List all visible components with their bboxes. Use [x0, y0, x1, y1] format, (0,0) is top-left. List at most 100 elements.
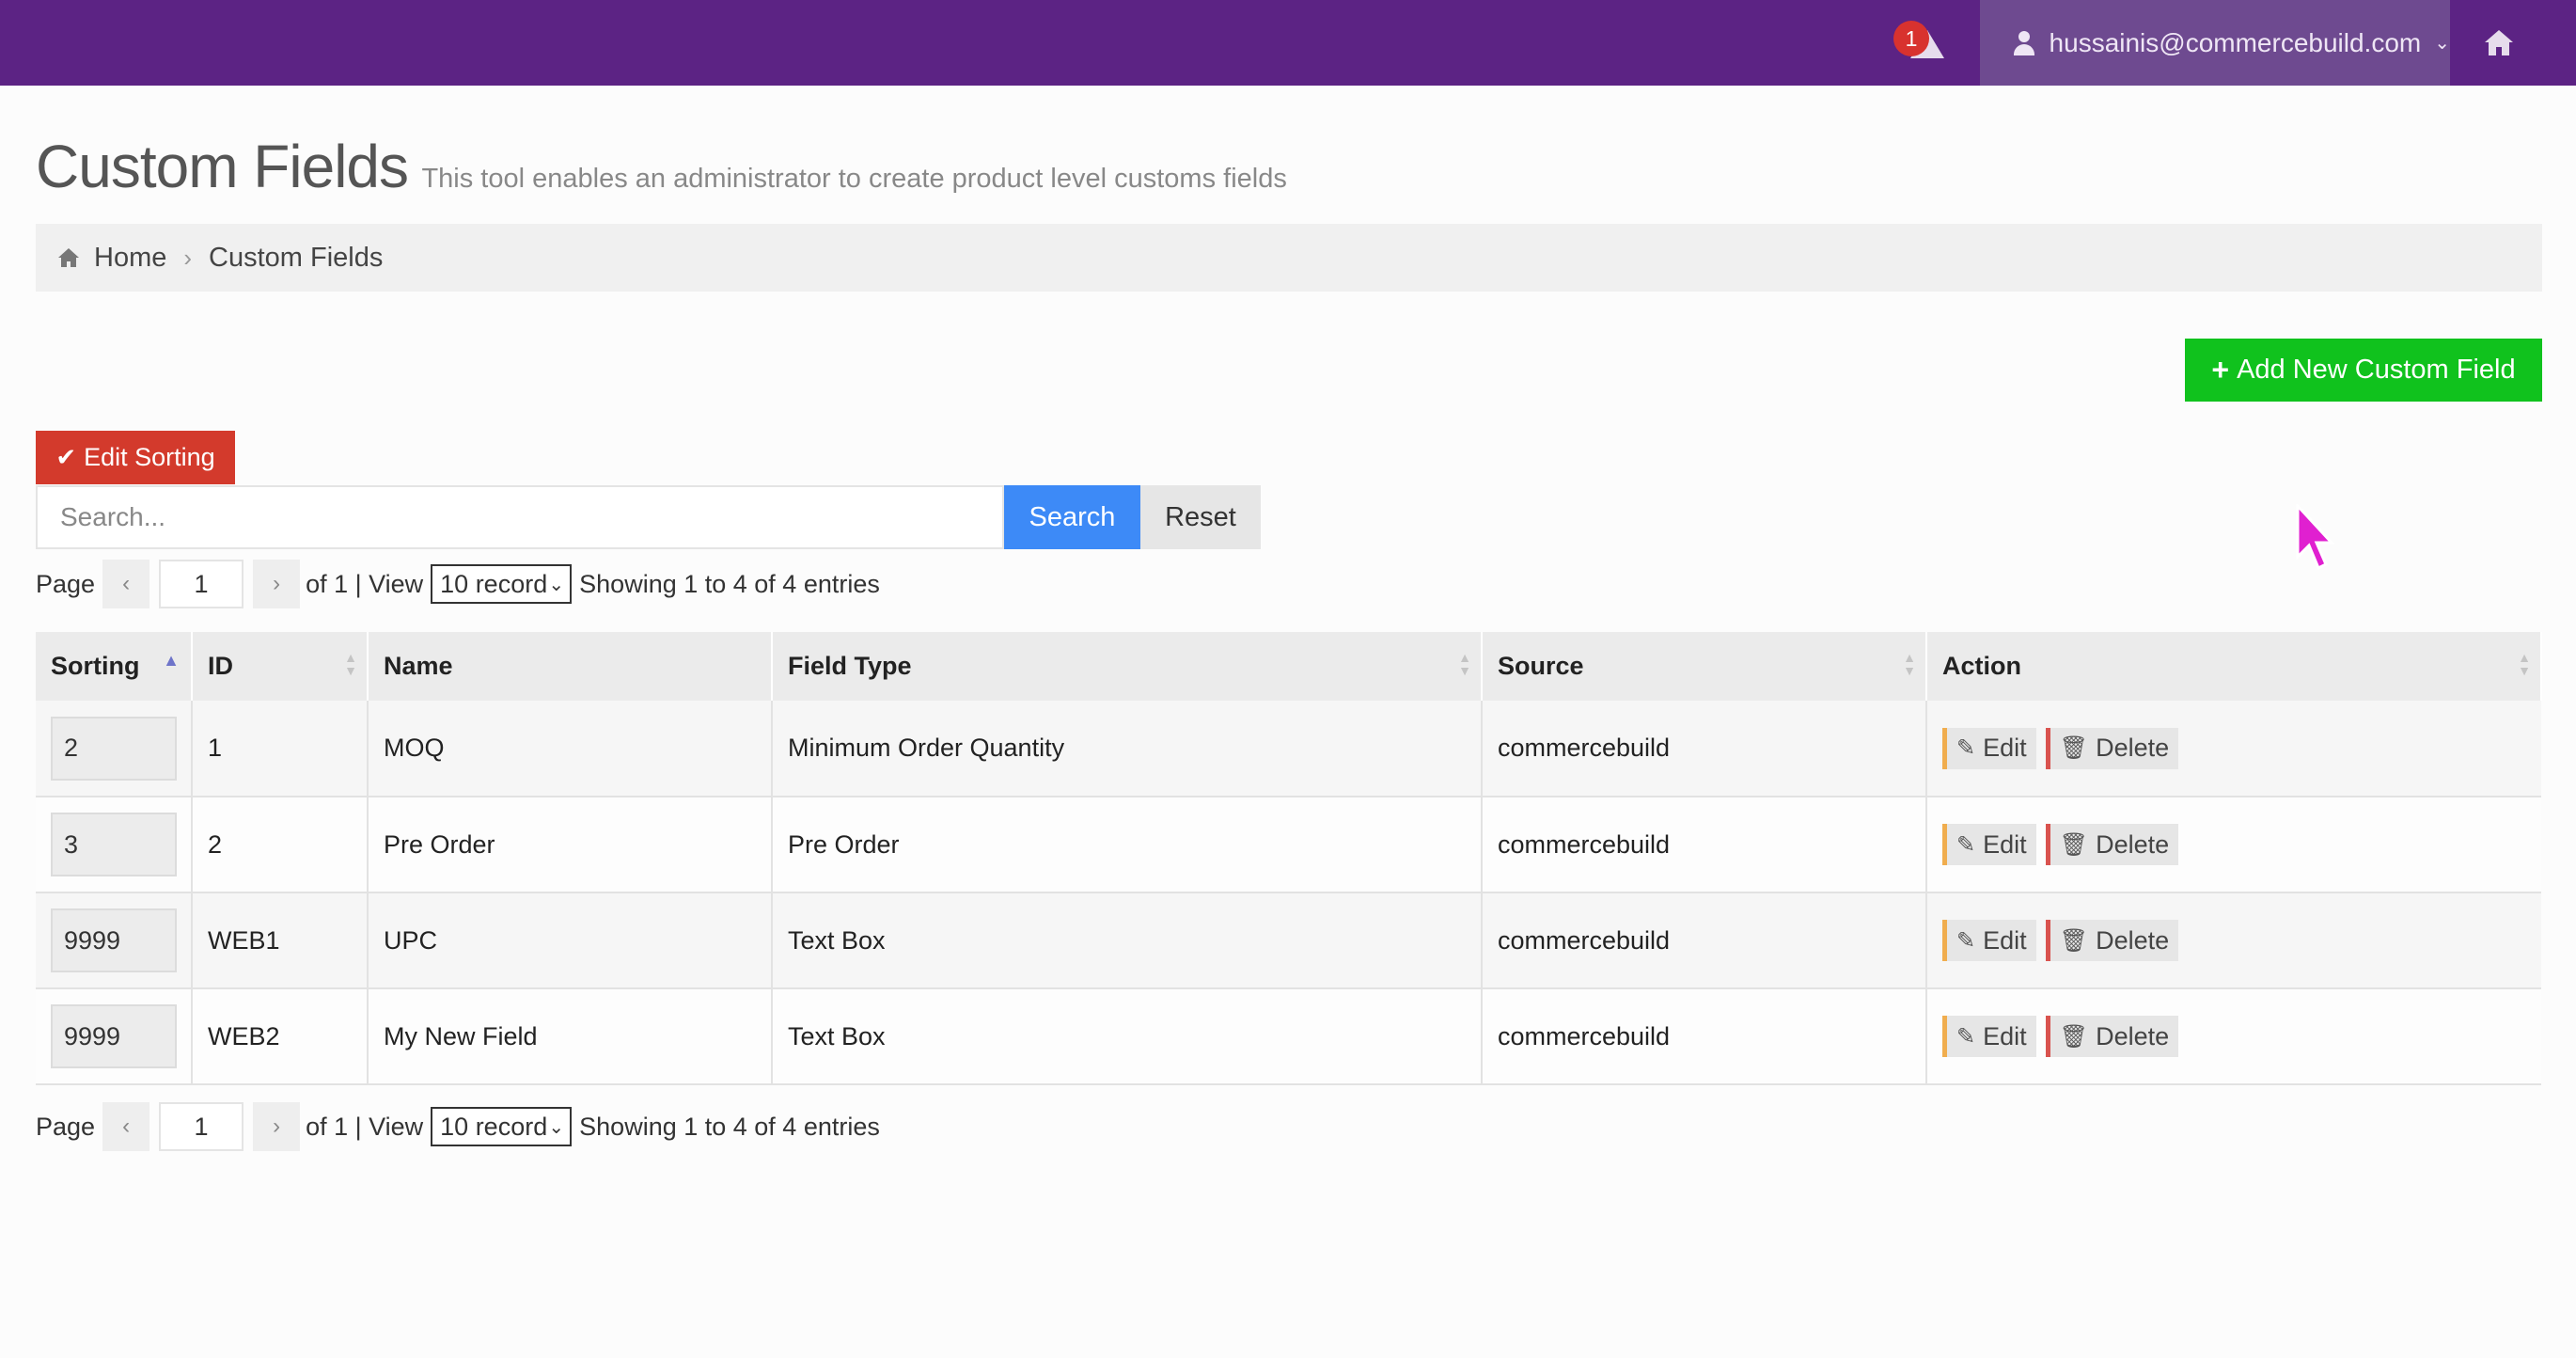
trash-icon: 🗑 — [2059, 927, 2089, 954]
name-cell: Pre Order — [368, 797, 773, 893]
user-menu[interactable]: hussainis@commercebuild.com ⌄ — [1980, 0, 2450, 86]
delete-button[interactable]: 🗑 Delete — [2045, 727, 2179, 769]
field-type-cell: Pre Order — [772, 797, 1483, 893]
search-button[interactable]: Search — [1004, 485, 1140, 549]
chevron-down-icon: ⌄ — [548, 1117, 565, 1138]
edit-sorting-label: Edit Sorting — [84, 443, 215, 471]
column-header-sorting[interactable]: Sorting ▲ — [36, 632, 193, 701]
top-navbar: 1 hussainis@commercebuild.com ⌄ — [0, 0, 2576, 86]
sorting-cell — [36, 892, 193, 989]
source-cell: commercebuild — [1482, 988, 1927, 1085]
action-cell: ✎ Edit 🗑 Delete — [1926, 797, 2541, 893]
source-cell: commercebuild — [1482, 701, 1927, 797]
page-title: Custom Fields — [36, 133, 409, 200]
column-header-name[interactable]: Name — [368, 632, 773, 701]
entries-summary: Showing 1 to 4 of 4 entries — [579, 569, 880, 598]
sort-icon: ▲ ▼ — [2518, 650, 2531, 678]
table-row: WEB1 UPC Text Box commercebuild ✎Edit🗑De… — [36, 892, 2541, 989]
column-header-action[interactable]: Action ▲ ▼ — [1926, 632, 2542, 701]
sort-icon: ▲ ▼ — [344, 650, 357, 678]
check-icon: ✔ — [55, 443, 77, 471]
pagination-bottom: Page ‹ › of 1 | View 10 records ⌄ Showin… — [36, 1102, 880, 1151]
edit-button[interactable]: ✎ Edit — [1942, 824, 2036, 865]
id-cell: WEB1 — [192, 892, 369, 989]
add-custom-field-label: Add New Custom Field — [2237, 355, 2516, 385]
delete-button[interactable]: 🗑 Delete — [2045, 824, 2179, 865]
sorting-cell — [36, 988, 193, 1085]
prev-page-button[interactable]: ‹ — [102, 560, 150, 608]
home-icon — [58, 248, 79, 267]
trash-icon: 🗑 — [2059, 735, 2089, 761]
prev-page-button[interactable]: ‹ — [102, 1102, 150, 1151]
source-cell: commercebuild — [1482, 892, 1927, 989]
user-icon — [2014, 30, 2034, 55]
next-page-button[interactable]: › — [253, 560, 301, 608]
breadcrumb-home-link[interactable]: Home — [94, 243, 166, 274]
column-header-id[interactable]: ID ▲ ▼ — [192, 632, 369, 701]
custom-fields-table: Sorting ▲ ID ▲ ▼ Name Field Type ▲ ▼ Sourc… — [36, 632, 2542, 1085]
sort-icon: ▲ ▼ — [1458, 650, 1471, 678]
page-label: Page — [36, 1112, 96, 1141]
edit-icon: ✎ — [1956, 927, 1976, 954]
notifications-button[interactable]: 1 — [1890, 19, 1946, 66]
reset-button[interactable]: Reset — [1140, 485, 1261, 549]
records-per-page-select[interactable]: 10 records ⌄ — [431, 1107, 573, 1146]
mouse-cursor-icon — [2296, 504, 2335, 571]
search-input[interactable] — [36, 485, 1004, 549]
edit-icon: ✎ — [1956, 1023, 1976, 1050]
records-per-page-value: 10 records — [440, 1112, 549, 1141]
table-header-row: Sorting ▲ ID ▲ ▼ Name Field Type ▲ ▼ Sourc… — [36, 632, 2542, 701]
source-cell: commercebuild — [1482, 797, 1927, 893]
pagination-top: Page ‹ › of 1 | View 10 records ⌄ Showin… — [36, 560, 880, 608]
edit-button[interactable]: ✎ Edit — [1942, 920, 2036, 961]
table-row: WEB2 My New Field Text Box commercebuild… — [36, 988, 2541, 1085]
edit-icon: ✎ — [1956, 831, 1976, 858]
edit-button[interactable]: ✎ Edit — [1942, 727, 2036, 769]
edit-sorting-button[interactable]: ✔ Edit Sorting — [36, 431, 235, 484]
page-number-input[interactable] — [159, 560, 244, 608]
action-cell: ✎ Edit 🗑 Delete — [1926, 988, 2541, 1085]
breadcrumb: Home › Custom Fields — [36, 224, 2542, 292]
sort-icon: ▲ ▼ — [1903, 650, 1916, 678]
add-custom-field-button[interactable]: + Add New Custom Field — [2185, 339, 2542, 402]
user-email: hussainis@commercebuild.com — [2049, 27, 2422, 57]
field-type-cell: Text Box — [772, 892, 1483, 989]
field-type-cell: Text Box — [772, 988, 1483, 1085]
delete-button[interactable]: 🗑 Delete — [2045, 920, 2179, 961]
sort-ascending-icon: ▲ — [163, 651, 180, 670]
page-subtitle: This tool enables an administrator to cr… — [421, 164, 1287, 194]
page-number-input[interactable] — [159, 1102, 244, 1151]
sorting-cell — [36, 701, 193, 797]
column-header-source[interactable]: Source ▲ ▼ — [1482, 632, 1927, 701]
page-header: Custom Fields This tool enables an admin… — [36, 132, 1287, 201]
edit-icon: ✎ — [1956, 735, 1976, 761]
next-page-button[interactable]: › — [253, 1102, 301, 1151]
chevron-right-icon: › — [183, 243, 193, 272]
column-header-field-type[interactable]: Field Type ▲ ▼ — [772, 632, 1483, 701]
page-of-text: of 1 | View — [306, 1112, 424, 1141]
table-row: 1 MOQ Minimum Order Quantity commercebui… — [36, 701, 2541, 797]
trash-icon: 🗑 — [2059, 1023, 2089, 1050]
page-label: Page — [36, 569, 96, 598]
table-row: 2 Pre Order Pre Order commercebuild ✎Edi… — [36, 797, 2541, 893]
notification-badge: 1 — [1893, 21, 1929, 56]
id-cell: 2 — [192, 797, 369, 893]
name-cell: MOQ — [368, 701, 773, 797]
records-per-page-value: 10 records — [440, 569, 549, 598]
id-cell: 1 — [192, 701, 369, 797]
action-cell: ✎ Edit 🗑 Delete — [1926, 892, 2541, 989]
name-cell: My New Field — [368, 988, 773, 1085]
delete-button[interactable]: 🗑 Delete — [2045, 1016, 2179, 1057]
name-cell: UPC — [368, 892, 773, 989]
sorting-input[interactable] — [51, 1004, 177, 1068]
sorting-input[interactable] — [51, 908, 177, 972]
sorting-input[interactable] — [51, 813, 177, 876]
field-type-cell: Minimum Order Quantity — [772, 701, 1483, 797]
records-per-page-select[interactable]: 10 records ⌄ — [431, 564, 573, 604]
home-icon[interactable] — [2482, 26, 2516, 60]
sorting-input[interactable] — [51, 716, 177, 781]
action-cell: ✎ Edit 🗑 Delete — [1926, 701, 2541, 797]
edit-button[interactable]: ✎ Edit — [1942, 1016, 2036, 1057]
chevron-down-icon: ⌄ — [548, 575, 565, 595]
page-of-text: of 1 | View — [306, 569, 424, 598]
